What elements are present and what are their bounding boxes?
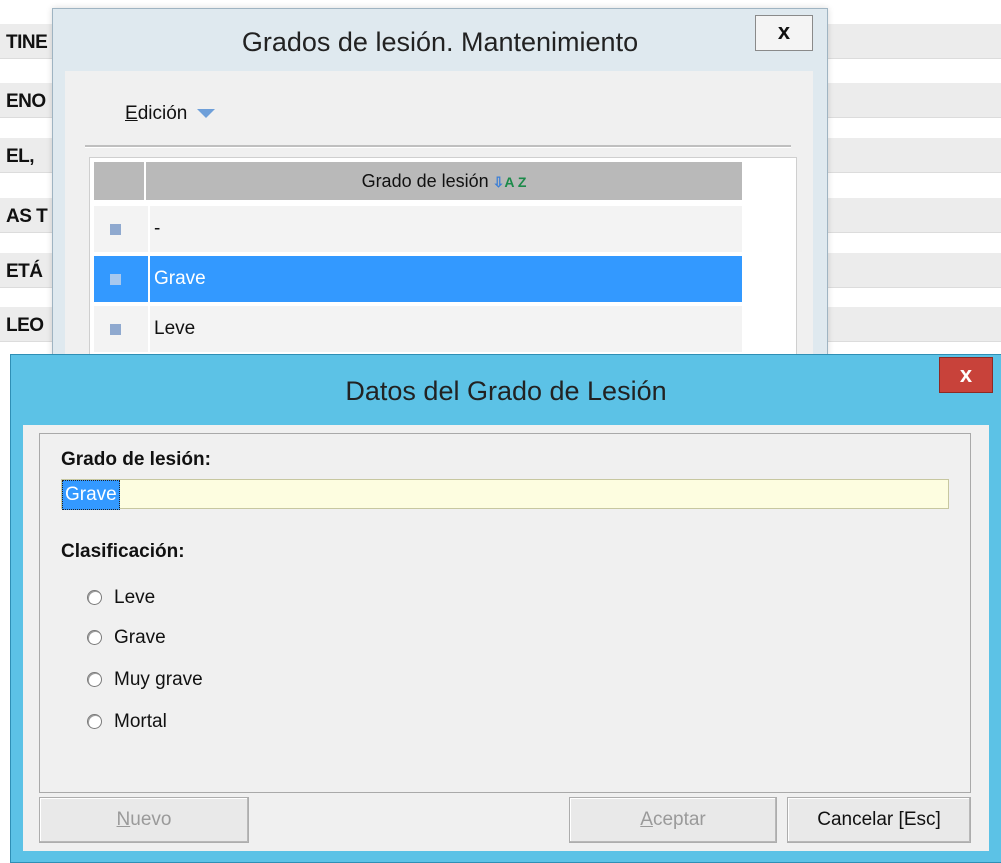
cancel-button[interactable]: Cancelar [Esc] <box>787 797 971 843</box>
background-row-text: EL, <box>6 146 35 167</box>
edit-menu-label: dición <box>137 103 188 124</box>
column-header-grado[interactable]: Grado de lesión ⇩A Z <box>146 162 742 200</box>
radio-option-muy-grave[interactable]: Muy grave <box>87 669 203 691</box>
row-selector-icon[interactable] <box>110 224 121 235</box>
new-button-accelerator: N <box>116 809 131 830</box>
table-row-selected[interactable]: Grave <box>94 256 742 302</box>
row-divider <box>148 206 150 252</box>
classification-label: Clasificación: <box>61 541 185 562</box>
radio-label: Leve <box>114 587 156 608</box>
table-row[interactable]: Leve <box>94 306 742 352</box>
radio-option-mortal[interactable]: Mortal <box>87 711 167 733</box>
radio-label: Mortal <box>114 711 167 732</box>
maintenance-window-body: Edición Grado de lesión ⇩A Z - Grave Leve <box>65 71 813 391</box>
row-selector-icon[interactable] <box>110 324 121 335</box>
table-cell: Grave <box>154 268 206 289</box>
radio-button[interactable] <box>87 672 102 688</box>
row-selector-icon[interactable] <box>110 274 121 285</box>
background-row-text: TINE <box>6 32 48 53</box>
edit-menu[interactable]: Edición <box>125 103 216 125</box>
maintenance-window-title: Grados de lesión. Mantenimiento <box>241 27 639 57</box>
table-row[interactable]: - <box>94 206 742 252</box>
sort-ascending-icon: ⇩A Z <box>492 174 527 190</box>
maintenance-window: Grados de lesión. Mantenimiento x Edició… <box>52 8 828 391</box>
selected-text: Grave <box>62 480 120 510</box>
background-row-text: ENO <box>6 91 46 112</box>
new-button[interactable]: Nuevo <box>39 797 249 843</box>
injury-grade-label: Grado de lesión: <box>61 449 211 470</box>
accept-button-accelerator: A <box>640 809 653 830</box>
radio-button[interactable] <box>87 630 102 646</box>
menu-separator <box>85 145 791 148</box>
table-cell: Leve <box>154 318 196 339</box>
radio-label: Grave <box>114 627 166 648</box>
edit-menu-accelerator: E <box>125 103 138 124</box>
new-button-label: uevo <box>130 809 172 830</box>
dialog-close-button[interactable]: x <box>939 357 993 393</box>
radio-option-leve[interactable]: Leve <box>87 587 155 609</box>
column-header-label: Grado de lesión <box>361 171 489 191</box>
radio-button[interactable] <box>87 590 102 606</box>
injury-grade-input[interactable]: Grave <box>61 479 949 510</box>
radio-label: Muy grave <box>114 669 203 690</box>
accept-button[interactable]: Aceptar <box>569 797 777 843</box>
sort-icon-letters: A Z <box>504 174 527 190</box>
chevron-down-icon <box>197 109 216 119</box>
dialog-title: Datos del Grado de Lesión <box>345 376 667 406</box>
row-divider <box>148 256 150 302</box>
background-row-text: ETÁ <box>6 261 43 282</box>
background-row-text: LEO <box>6 315 44 336</box>
radio-button[interactable] <box>87 714 102 730</box>
row-divider <box>148 306 150 352</box>
injury-grade-dialog: Datos del Grado de Lesión x Grado de les… <box>10 354 1001 863</box>
row-header-corner <box>94 162 144 200</box>
background-row-text: AS T <box>6 206 48 227</box>
accept-button-label: ceptar <box>652 809 706 830</box>
dialog-body: Grado de lesión: Grave Clasificación: Le… <box>23 425 989 851</box>
radio-option-grave[interactable]: Grave <box>87 627 166 649</box>
table-cell: - <box>154 218 161 239</box>
maintenance-close-button[interactable]: x <box>755 15 813 51</box>
